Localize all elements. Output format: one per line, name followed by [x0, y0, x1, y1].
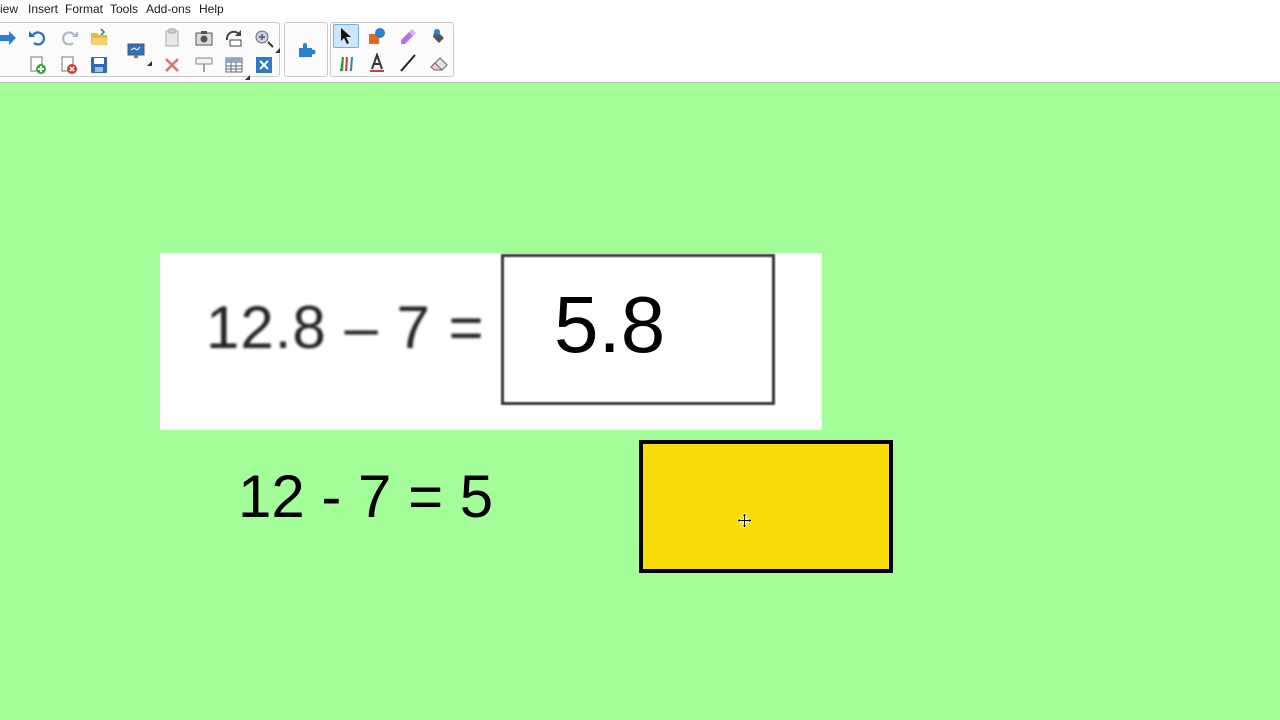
redo-button[interactable] — [56, 26, 82, 50]
yellow-cover-rectangle[interactable] — [639, 440, 893, 573]
screen-shade-button[interactable] — [191, 53, 217, 77]
fill-tool-button[interactable] — [426, 24, 452, 48]
menu-format[interactable]: Format — [65, 2, 103, 16]
estimate-expression[interactable]: 12 - 7 = 5 — [238, 462, 493, 531]
question-expression: 12.8 – 7 = — [206, 294, 485, 361]
open-folder-icon — [91, 28, 108, 45]
answer-text[interactable]: 5.8 — [554, 279, 665, 371]
menu-tools[interactable]: Tools — [110, 2, 138, 16]
select-icon — [341, 28, 351, 44]
table-icon — [225, 57, 243, 73]
clear-icon — [256, 57, 272, 73]
menu-addons[interactable]: Add-ons — [146, 2, 191, 16]
redo-icon — [62, 31, 78, 46]
screen-shade-icon — [195, 57, 213, 72]
toolbar-group-addons — [284, 22, 328, 77]
menu-insert[interactable]: Insert — [28, 2, 58, 16]
open-button[interactable] — [86, 26, 112, 50]
delete-icon — [165, 58, 179, 72]
forward-button[interactable] — [0, 26, 21, 50]
delete-page-icon — [61, 56, 77, 74]
fill-button[interactable] — [251, 26, 280, 53]
dropdown-arrow-icon — [147, 61, 152, 66]
table-button[interactable] — [221, 53, 250, 80]
magic-pen-icon — [401, 29, 416, 44]
question-image[interactable]: 12.8 – 7 = 5.8 — [160, 253, 822, 430]
screen-capture-button[interactable] — [191, 26, 217, 50]
new-page-icon — [30, 56, 46, 74]
dropdown-arrow-icon — [245, 75, 250, 80]
line-tool-button[interactable] — [395, 51, 421, 75]
new-page-button[interactable] — [25, 53, 51, 77]
delete-button[interactable] — [159, 53, 185, 77]
toolbar-group-page — [0, 22, 280, 80]
screen-capture-icon — [195, 31, 213, 46]
move-cursor-icon — [736, 512, 753, 529]
clear-button[interactable] — [251, 53, 277, 77]
addons-button[interactable] — [293, 38, 319, 62]
menu-bar: iew Insert Format Tools Add-ons Help — [0, 0, 1280, 18]
menu-view[interactable]: iew — [0, 2, 18, 16]
shapes-icon — [369, 28, 385, 44]
forward-arrow-icon — [0, 31, 16, 45]
eraser-icon — [430, 57, 448, 71]
text-icon — [370, 53, 384, 72]
select-tool-button[interactable] — [333, 24, 359, 48]
eraser-tool-icon — [433, 29, 444, 43]
addons-icon — [299, 43, 316, 57]
paste-button[interactable] — [159, 26, 185, 50]
fill-icon — [255, 30, 274, 48]
toolbar-group-tools — [330, 22, 454, 77]
delete-page-button[interactable] — [56, 53, 82, 77]
screen-display-icon — [127, 43, 145, 58]
display-button[interactable] — [123, 39, 152, 66]
save-icon — [91, 57, 107, 73]
pens-icon — [340, 57, 353, 71]
undo-button[interactable] — [25, 26, 51, 50]
menu-help[interactable]: Help — [199, 2, 224, 16]
rotate-icon — [225, 30, 242, 47]
undo-icon — [29, 31, 45, 46]
rotate-button[interactable] — [221, 26, 247, 50]
shapes-tool-button[interactable] — [364, 24, 390, 48]
magic-pen-tool-button[interactable] — [395, 24, 421, 48]
text-tool-button[interactable] — [364, 51, 390, 75]
pens-tool-button[interactable] — [333, 51, 359, 75]
toolbar — [0, 18, 1280, 83]
paste-icon — [165, 28, 179, 47]
save-button[interactable] — [86, 53, 112, 77]
eraser-tool-button[interactable] — [426, 51, 452, 75]
line-icon — [400, 54, 416, 72]
